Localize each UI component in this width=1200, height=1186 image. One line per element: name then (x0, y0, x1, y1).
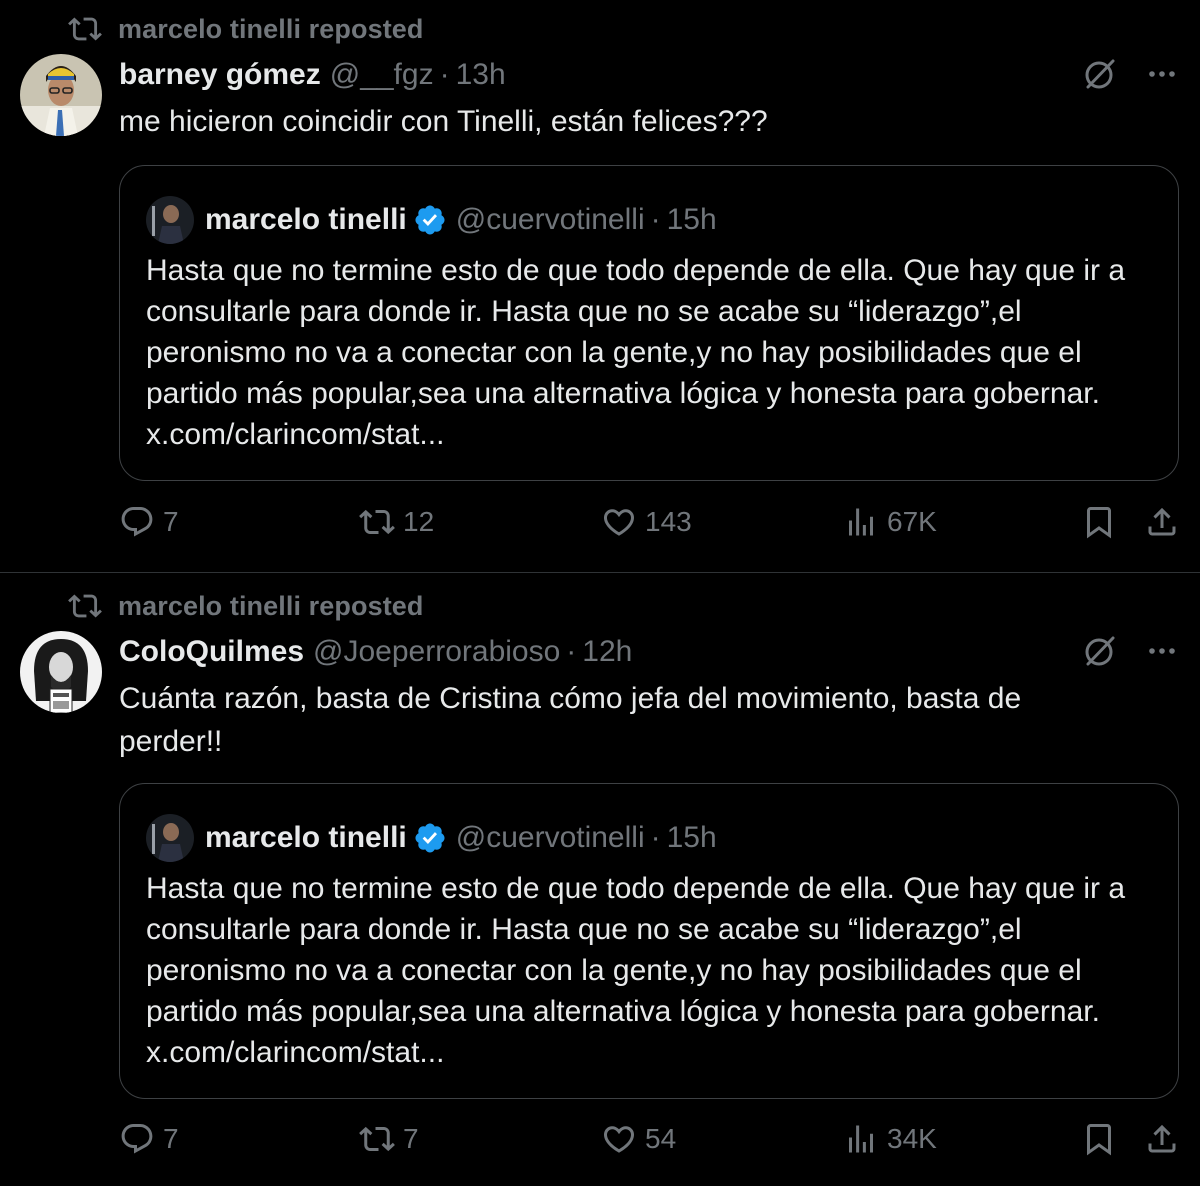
share-button[interactable] (1144, 504, 1188, 540)
views-count: 67K (887, 506, 937, 537)
views-icon (849, 1125, 873, 1153)
avatar-image (20, 54, 102, 136)
reply-icon (121, 1124, 153, 1154)
repost-icon (68, 594, 102, 618)
repost-count: 12 (403, 506, 435, 537)
tweet-header: barney gómez @__fgz · 13h (119, 58, 506, 92)
repost-context[interactable]: marcelo tinelli reposted (68, 12, 424, 46)
reply-icon (121, 507, 153, 537)
quoted-tweet[interactable]: marcelo tinelli @cuervotinelli · 15h Has… (119, 165, 1179, 481)
tweet-header: ColoQuilmes @Joeperrorabioso · 12h (119, 635, 632, 669)
separator-dot: · (566, 635, 577, 668)
repost-icon (359, 509, 395, 535)
bookmark-icon (1087, 1124, 1111, 1156)
share-icon (1148, 507, 1176, 536)
repost-icon (68, 17, 102, 41)
quoted-author-handle[interactable]: @cuervotinelli (456, 821, 645, 855)
quoted-tweet-header: marcelo tinelli @cuervotinelli · 15h (146, 196, 717, 244)
verified-badge-icon (415, 823, 445, 853)
quoted-timestamp[interactable]: 15h (667, 203, 717, 237)
reply-count: 7 (163, 506, 179, 537)
share-icon (1148, 1124, 1176, 1153)
separator-dot: · (650, 203, 661, 236)
avatar[interactable] (20, 54, 102, 136)
like-button[interactable]: 54 (601, 1121, 676, 1157)
tweet-actions: 7 12 143 67K (0, 504, 1200, 554)
quoted-author-name[interactable]: marcelo tinelli (205, 821, 407, 855)
author-name[interactable]: ColoQuilmes (119, 635, 304, 669)
repost-button[interactable]: 7 (359, 1121, 419, 1157)
separator-dot: · (439, 58, 450, 91)
tweet[interactable]: marcelo tinelli reposted barney gómez @_… (0, 0, 1200, 572)
bookmark-button[interactable] (1081, 504, 1125, 540)
tweet[interactable]: marcelo tinelli reposted ColoQuilmes @Jo… (0, 573, 1200, 1186)
repost-context[interactable]: marcelo tinelli reposted (68, 589, 424, 623)
quoted-tweet[interactable]: marcelo tinelli @cuervotinelli · 15h Has… (119, 783, 1179, 1099)
quoted-avatar[interactable] (146, 196, 194, 244)
like-icon (603, 509, 635, 536)
repost-icon (359, 1126, 395, 1152)
quoted-author-handle[interactable]: @cuervotinelli (456, 203, 645, 237)
more-icon[interactable] (1144, 56, 1180, 92)
verified-badge-icon (415, 205, 445, 235)
tweet-text: Cuánta razón, basta de Cristina cómo jef… (119, 682, 1022, 758)
bookmark-icon (1087, 507, 1111, 539)
bookmark-button[interactable] (1081, 1121, 1125, 1157)
like-icon (603, 1126, 635, 1153)
like-count: 54 (645, 1123, 677, 1154)
quoted-tweet-header: marcelo tinelli @cuervotinelli · 15h (146, 814, 717, 862)
like-button[interactable]: 143 (601, 504, 692, 540)
timestamp[interactable]: 12h (582, 635, 632, 669)
views-count: 34K (887, 1123, 937, 1154)
repost-button[interactable]: 12 (359, 504, 434, 540)
views-button[interactable]: 34K (843, 1121, 937, 1157)
quoted-avatar[interactable] (146, 814, 194, 862)
tweet-text: me hicieron coincidir con Tinelli, están… (119, 105, 768, 138)
views-button[interactable]: 67K (843, 504, 937, 540)
tweet-actions: 7 7 54 34K (0, 1121, 1200, 1171)
quoted-tweet-text: Hasta que no termine esto de que todo de… (146, 872, 1126, 1069)
repost-label: marcelo tinelli reposted (118, 13, 424, 44)
more-icon[interactable] (1144, 633, 1180, 669)
reply-button[interactable]: 7 (119, 504, 179, 540)
quoted-author-name[interactable]: marcelo tinelli (205, 203, 407, 237)
separator-dot: · (650, 821, 661, 854)
views-icon (849, 508, 873, 536)
author-name[interactable]: barney gómez (119, 58, 321, 92)
avatar-image (20, 631, 102, 713)
like-count: 143 (645, 506, 692, 537)
share-button[interactable] (1144, 1121, 1188, 1157)
repost-label: marcelo tinelli reposted (118, 590, 424, 621)
timestamp[interactable]: 13h (456, 58, 506, 92)
reply-button[interactable]: 7 (119, 1121, 179, 1157)
avatar[interactable] (20, 631, 102, 713)
repost-count: 7 (403, 1123, 419, 1154)
grok-icon[interactable] (1082, 56, 1118, 92)
reply-count: 7 (163, 1123, 179, 1154)
author-handle[interactable]: @__fgz (330, 58, 434, 92)
quoted-timestamp[interactable]: 15h (667, 821, 717, 855)
author-handle[interactable]: @Joeperrorabioso (313, 635, 560, 669)
quoted-tweet-text: Hasta que no termine esto de que todo de… (146, 254, 1126, 451)
grok-icon[interactable] (1082, 633, 1118, 669)
